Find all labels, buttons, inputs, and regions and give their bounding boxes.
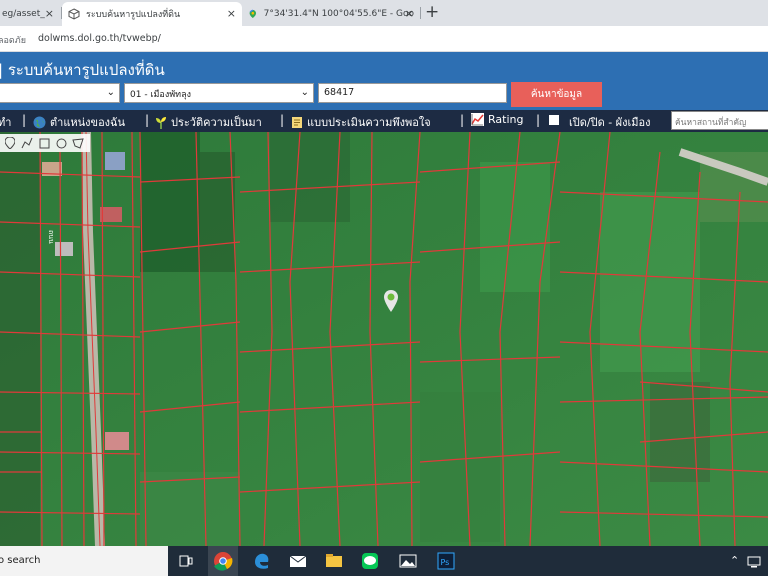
menu-item-zoning[interactable]: เปิด/ปิด - ผังเมือง xyxy=(569,113,651,131)
tab-title: eg/asset_ xyxy=(2,9,45,19)
search-form: ⌄ 01 - เมืองพัทลุง ⌄ 68417 ค้นหาข้อมูล xyxy=(0,80,768,110)
menu-item-home[interactable]: ทำ xyxy=(0,113,11,131)
menu-item-label: ตำแหน่งของฉัน xyxy=(50,116,126,129)
browser-tab-1[interactable]: eg/asset_ × xyxy=(0,2,58,26)
url-text[interactable]: dolwms.dol.go.th/tvwebp/ xyxy=(38,33,161,44)
chrome-icon[interactable] xyxy=(208,546,238,576)
tab-separator xyxy=(61,7,62,19)
menu-item-history[interactable]: ประวัติความเป็นมา xyxy=(155,113,262,131)
close-icon[interactable]: × xyxy=(227,7,236,20)
mail-icon[interactable] xyxy=(288,551,308,571)
menu-item-label: Rating xyxy=(488,113,524,126)
file-explorer-icon[interactable] xyxy=(324,551,344,571)
close-icon[interactable]: × xyxy=(405,7,414,20)
menu-item-label: เปิด/ปิด - ผังเมือง xyxy=(569,116,651,129)
line-tool-icon[interactable] xyxy=(20,136,34,150)
place-search-input[interactable]: ค้นหาสถานที่สำคัญ xyxy=(671,111,768,130)
browser-tab-strip: eg/asset_ × ระบบค้นหารูปแปลงที่ดิน × 7°3… xyxy=(0,0,768,26)
district-select-value: 01 - เมืองพัทลุง xyxy=(130,90,192,100)
photoshop-icon[interactable]: Ps xyxy=(436,551,456,571)
tab-title: ระบบค้นหารูปแปลงที่ดิน xyxy=(86,10,181,20)
province-select[interactable]: ⌄ xyxy=(0,83,120,103)
menu-bar: ทำ | ตำแหน่งของฉัน | ประวัติความเป็นมา |… xyxy=(0,110,768,132)
taskbar: o search Ps ⌃ xyxy=(0,546,768,576)
photos-icon[interactable] xyxy=(398,551,418,571)
chevron-up-icon[interactable]: ⌃ xyxy=(730,554,739,567)
search-button[interactable]: ค้นหาข้อมูล xyxy=(511,82,602,107)
task-view-icon[interactable] xyxy=(176,551,196,571)
browser-tab-2[interactable]: ระบบค้นหารูปแปลงที่ดิน × xyxy=(62,2,242,26)
menu-item-my-location[interactable]: ตำแหน่งของฉัน xyxy=(33,113,125,131)
app-header: | ระบบค้นหารูปแปลงที่ดิน xyxy=(0,52,768,82)
network-icon[interactable] xyxy=(746,551,762,571)
map-pin-icon[interactable] xyxy=(384,290,398,312)
taskbar-search[interactable]: o search xyxy=(0,546,168,576)
svg-text:Ps: Ps xyxy=(441,558,450,567)
menu-item-label: แบบประเมินความพึงพอใจ xyxy=(307,116,431,129)
district-select[interactable]: 01 - เมืองพัทลุง ⌄ xyxy=(124,83,314,103)
taskbar-search-text: o search xyxy=(0,555,41,566)
browser-tab-3[interactable]: 7°34'31.4"N 100°04'55.6"E - Goo × xyxy=(242,2,420,26)
square-tool-icon[interactable] xyxy=(37,136,51,150)
parcel-number-input[interactable]: 68417 xyxy=(318,83,507,103)
chart-icon xyxy=(471,113,484,126)
road-label: ถนน xyxy=(47,230,55,244)
draw-toolbar xyxy=(0,134,90,152)
line-icon[interactable] xyxy=(360,551,380,571)
screen: eg/asset_ × ระบบค้นหารูปแปลงที่ดิน × 7°3… xyxy=(0,0,768,576)
menu-separator: | xyxy=(145,113,150,127)
menu-separator: | xyxy=(280,113,285,127)
address-bar[interactable]: ลอดภัย dolwms.dol.go.th/tvwebp/ xyxy=(0,26,768,52)
map-view[interactable]: ถนน xyxy=(0,132,768,546)
tab-separator xyxy=(420,7,421,19)
satellite-map[interactable]: ถนน xyxy=(0,132,768,546)
menu-item-survey[interactable]: แบบประเมินความพึงพอใจ xyxy=(291,113,431,131)
menu-item-label: ประวัติความเป็นมา xyxy=(171,116,262,129)
tab-title: 7°34'31.4"N 100°04'55.6"E - Goo xyxy=(263,9,414,19)
menu-item-rating[interactable]: Rating xyxy=(471,113,523,126)
menu-separator: | xyxy=(460,113,465,127)
pin-tool-icon[interactable] xyxy=(3,136,17,150)
zoning-checkbox[interactable] xyxy=(549,115,559,125)
note-icon xyxy=(292,116,302,128)
menu-item-label: ทำ xyxy=(0,116,12,129)
box-logo-icon xyxy=(68,8,80,20)
new-tab-button[interactable]: + xyxy=(425,2,439,22)
page-title: | ระบบค้นหารูปแปลงที่ดิน xyxy=(0,61,165,79)
close-icon[interactable]: × xyxy=(45,7,54,20)
menu-separator: | xyxy=(536,113,541,127)
security-label[interactable]: ลอดภัย xyxy=(0,33,26,47)
menu-separator: | xyxy=(22,113,27,127)
chevron-down-icon: ⌄ xyxy=(106,87,115,98)
polygon-tool-icon[interactable] xyxy=(71,136,85,150)
chevron-down-icon: ⌄ xyxy=(300,87,309,98)
plant-icon xyxy=(156,116,166,129)
circle-tool-icon[interactable] xyxy=(54,136,68,150)
globe-icon xyxy=(33,116,46,128)
google-maps-icon xyxy=(249,9,257,19)
edge-icon[interactable] xyxy=(252,551,272,571)
